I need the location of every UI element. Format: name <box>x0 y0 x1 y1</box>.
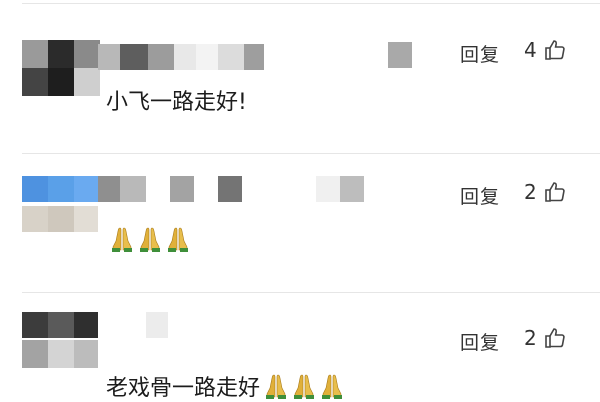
comment-item: 回复 4 小飞一路走好! <box>0 0 600 150</box>
username-blurred[interactable] <box>98 44 278 70</box>
like-count: 2 <box>524 326 537 350</box>
like-button[interactable]: 2 <box>524 326 567 350</box>
comment-item: 回复 2 <box>0 150 600 300</box>
folded-hands-icon <box>112 227 132 252</box>
folded-hands-icon <box>168 227 188 252</box>
username-blurred[interactable] <box>98 176 368 202</box>
folded-hands-icon <box>140 227 160 252</box>
comment-text: 小飞一路走好! <box>106 90 247 115</box>
avatar-blurred[interactable] <box>22 312 98 374</box>
avatar-blurred[interactable] <box>22 176 98 238</box>
badge-blurred <box>388 42 412 68</box>
reply-button[interactable]: 回复 <box>460 40 500 67</box>
comment-text <box>106 226 190 252</box>
avatar-blurred[interactable] <box>22 40 100 102</box>
folded-hands-icon <box>294 374 315 399</box>
folded-hands-icon <box>322 374 343 399</box>
comment-item: 回复 2 老戏骨一路走好 <box>0 290 600 401</box>
thumbs-up-icon <box>544 182 565 202</box>
thumbs-up-icon <box>544 40 565 60</box>
like-button[interactable]: 2 <box>524 180 567 204</box>
emoji-group <box>264 373 344 399</box>
folded-hands-icon <box>266 374 287 399</box>
like-button[interactable]: 4 <box>524 38 567 62</box>
like-count: 4 <box>524 38 537 62</box>
reply-button[interactable]: 回复 <box>460 328 500 355</box>
emoji-group <box>110 226 190 252</box>
comment-text: 老戏骨一路走好 <box>106 370 344 402</box>
thumbs-up-icon <box>544 328 565 348</box>
username-blurred[interactable] <box>146 312 176 338</box>
reply-button[interactable]: 回复 <box>460 182 500 209</box>
like-count: 2 <box>524 180 537 204</box>
